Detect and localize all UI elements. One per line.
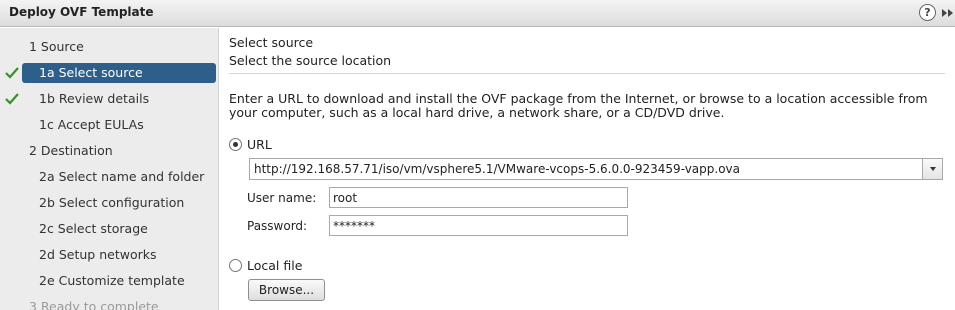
- page-title: Select source: [229, 35, 314, 50]
- step-select-source[interactable]: 1a Select source: [0, 62, 218, 84]
- dialog-title-bar: Deploy OVF Template ?: [0, 0, 955, 27]
- step-source[interactable]: 1 Source: [0, 36, 218, 58]
- step-select-storage[interactable]: 2c Select storage: [0, 218, 218, 240]
- local-file-radio-label[interactable]: Local file: [247, 258, 302, 273]
- chevron-down-icon: [930, 167, 936, 171]
- step-label: 2a Select name and folder: [39, 169, 205, 184]
- local-file-radio[interactable]: [229, 259, 242, 272]
- page-subtitle: Select the source location: [229, 53, 392, 68]
- url-combobox[interactable]: http://192.168.57.71/iso/vm/vsphere5.1/V…: [249, 158, 943, 180]
- step-accept-eulas[interactable]: 1c Accept EULAs: [0, 114, 218, 136]
- step-label: 2e Customize template: [39, 273, 185, 288]
- browse-button[interactable]: Browse...: [248, 279, 325, 301]
- step-select-name-and-folder[interactable]: 2a Select name and folder: [0, 166, 218, 188]
- username-field[interactable]: root: [329, 187, 628, 208]
- fast-forward-icon[interactable]: [941, 6, 955, 20]
- username-label: User name:: [247, 191, 317, 205]
- step-label: 1c Accept EULAs: [39, 117, 144, 132]
- wizard-steps-nav: 1 Source 1a Select source 1b Review deta…: [0, 28, 219, 310]
- password-field[interactable]: *******: [329, 215, 628, 236]
- checkmark-icon: [5, 67, 19, 79]
- url-value: http://192.168.57.71/iso/vm/vsphere5.1/V…: [254, 162, 740, 176]
- step-ready-to-complete[interactable]: 3 Ready to complete: [0, 296, 218, 310]
- wizard-page-content: Select source Select the source location…: [220, 28, 955, 310]
- step-destination[interactable]: 2 Destination: [0, 140, 218, 162]
- step-select-configuration[interactable]: 2b Select configuration: [0, 192, 218, 214]
- instructions-text: Enter a URL to download and install the …: [229, 91, 928, 120]
- step-label: 2b Select configuration: [39, 195, 185, 210]
- step-review-details[interactable]: 1b Review details: [0, 88, 218, 110]
- password-label: Password:: [247, 219, 308, 233]
- step-label: 1b Review details: [39, 91, 150, 106]
- checkmark-icon: [5, 93, 19, 105]
- step-label: 1 Source: [29, 39, 84, 54]
- help-icon[interactable]: ?: [919, 4, 936, 21]
- step-label: 1a Select source: [39, 65, 143, 80]
- step-label: 2 Destination: [29, 143, 113, 158]
- dialog-title: Deploy OVF Template: [9, 5, 154, 19]
- url-radio-label[interactable]: URL: [247, 137, 272, 152]
- header-divider: [229, 73, 945, 74]
- step-label: 2d Setup networks: [39, 247, 157, 262]
- step-setup-networks[interactable]: 2d Setup networks: [0, 244, 218, 266]
- url-radio[interactable]: [229, 138, 242, 151]
- step-label: 3 Ready to complete: [29, 299, 159, 310]
- url-dropdown-button[interactable]: [922, 159, 942, 179]
- step-customize-template[interactable]: 2e Customize template: [0, 270, 218, 292]
- step-label: 2c Select storage: [39, 221, 148, 236]
